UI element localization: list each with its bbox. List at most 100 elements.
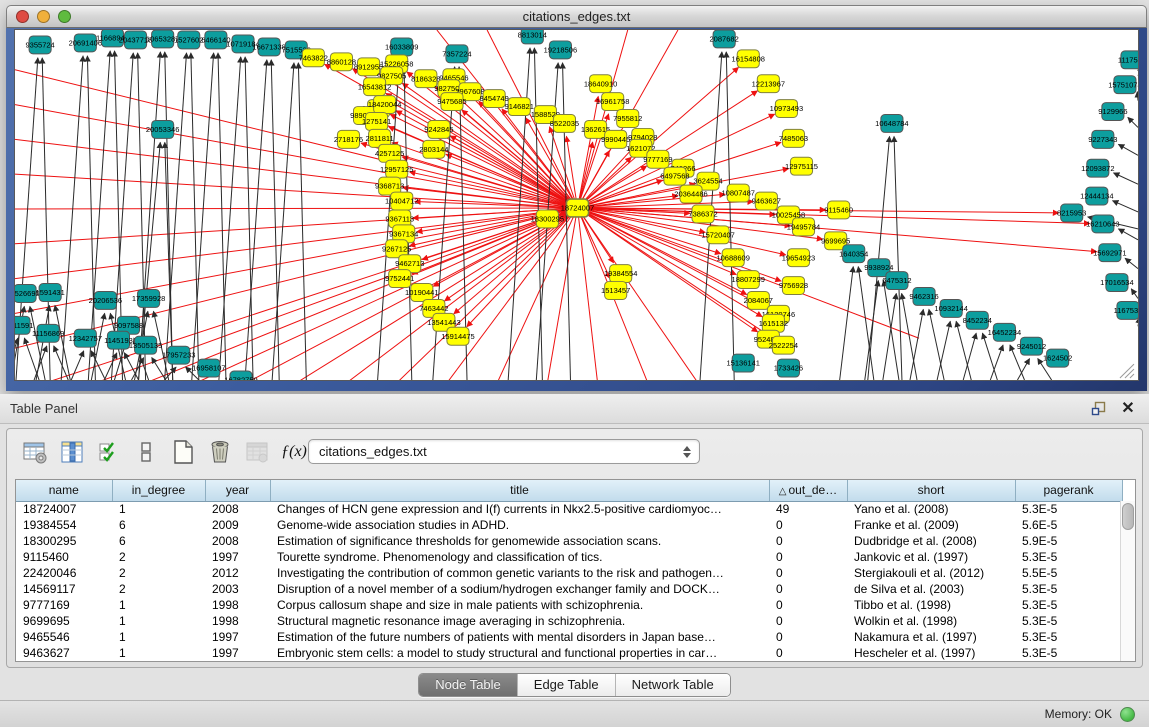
graph-node[interactable]: 16452234 bbox=[988, 323, 1021, 341]
table-cell[interactable]: 5.3E-5 bbox=[1015, 597, 1122, 613]
table-cell[interactable]: 5.5E-5 bbox=[1015, 565, 1122, 581]
graph-node[interactable]: 9752441 bbox=[385, 270, 414, 288]
graph-node[interactable]: 2718176 bbox=[334, 130, 363, 148]
table-cell[interactable]: Embryonic stem cells: a model to study s… bbox=[270, 645, 769, 661]
graph-node[interactable]: 9756928 bbox=[779, 277, 808, 295]
graph-node[interactable]: 9129966 bbox=[1098, 103, 1127, 121]
table-cell[interactable]: 2 bbox=[112, 549, 205, 565]
trash-icon[interactable] bbox=[206, 438, 234, 466]
graph-node[interactable]: 7357224 bbox=[442, 45, 471, 63]
table-cell[interactable]: Disruption of a novel member of a sodium… bbox=[270, 581, 769, 597]
graph-node[interactable]: 1624502 bbox=[1043, 349, 1072, 367]
graph-node[interactable]: 15751074 bbox=[1108, 76, 1138, 94]
close-panel-icon[interactable]: ✕ bbox=[1119, 401, 1137, 417]
graph-node[interactable]: 10807487 bbox=[721, 184, 754, 202]
table-cell[interactable]: 14569117 bbox=[16, 581, 112, 597]
table-row[interactable]: 1872400712008Changes of HCN gene express… bbox=[16, 501, 1122, 517]
table-cell[interactable]: 2009 bbox=[205, 517, 270, 533]
table-cell[interactable]: 5.9E-5 bbox=[1015, 533, 1122, 549]
column-header-name[interactable]: name bbox=[16, 480, 112, 501]
table-cell[interactable]: Nakamura et al. (1997) bbox=[847, 629, 1015, 645]
table-cell[interactable]: Estimation of significance thresholds fo… bbox=[270, 533, 769, 549]
table-cell[interactable]: 2012 bbox=[205, 565, 270, 581]
table-cell[interactable]: Hescheler et al. (1997) bbox=[847, 645, 1015, 661]
graph-node[interactable]: 1513457 bbox=[601, 282, 630, 300]
table-cell[interactable]: 1 bbox=[112, 613, 205, 629]
graph-node[interactable]: 2803144 bbox=[419, 140, 448, 158]
table-row[interactable]: 2242004622012Investigating the contribut… bbox=[16, 565, 1122, 581]
graph-node[interactable]: 1167534 bbox=[1114, 301, 1138, 319]
graph-node[interactable]: 9146821 bbox=[505, 98, 534, 116]
graph-node[interactable]: 12342757 bbox=[69, 329, 102, 347]
graph-node[interactable]: 12957125 bbox=[380, 160, 413, 178]
table-cell[interactable]: Tourette syndrome. Phenomenology and cla… bbox=[270, 549, 769, 565]
graph-node[interactable]: 9245012 bbox=[1017, 337, 1046, 355]
table-settings-icon[interactable] bbox=[21, 438, 49, 466]
graph-node[interactable]: 7955812 bbox=[613, 110, 642, 128]
table-cell[interactable]: 19384554 bbox=[16, 517, 112, 533]
table-row[interactable]: 977716911998Corpus callosum shape and si… bbox=[16, 597, 1122, 613]
column-header-out_de[interactable]: △out_de… bbox=[769, 480, 847, 501]
float-panel-icon[interactable] bbox=[1089, 401, 1107, 417]
graph-node[interactable]: 16033809 bbox=[385, 38, 418, 56]
graph-node[interactable]: 19654923 bbox=[782, 249, 815, 267]
table-cell[interactable]: 2 bbox=[112, 581, 205, 597]
network-canvas[interactable]: 9355724206914061166894020437718106532871… bbox=[14, 29, 1139, 381]
graph-node[interactable]: 8215953 bbox=[1057, 204, 1086, 222]
graph-node[interactable]: 7485063 bbox=[779, 129, 808, 147]
table-cell[interactable]: Wolkin et al. (1998) bbox=[847, 613, 1015, 629]
graph-node[interactable]: 20053346 bbox=[146, 120, 179, 138]
graph-node[interactable]: 16154808 bbox=[732, 50, 765, 68]
table-cell[interactable]: 1998 bbox=[205, 597, 270, 613]
table-cell[interactable]: Estimation of the future numbers of pati… bbox=[270, 629, 769, 645]
table-cell[interactable]: 1997 bbox=[205, 629, 270, 645]
graph-node[interactable]: 7386372 bbox=[688, 205, 717, 223]
column-header-pagerank[interactable]: pagerank bbox=[1015, 480, 1122, 501]
graph-node[interactable]: 10688609 bbox=[716, 249, 749, 267]
table-cell[interactable]: Yano et al. (2008) bbox=[847, 501, 1015, 517]
graph-node[interactable]: 2522254 bbox=[769, 336, 798, 354]
table-cell[interactable]: 5.6E-5 bbox=[1015, 517, 1122, 533]
table-cell[interactable]: 22420046 bbox=[16, 565, 112, 581]
graph-node[interactable]: 10973493 bbox=[770, 100, 803, 118]
table-cell[interactable]: 1 bbox=[112, 501, 205, 517]
graph-node[interactable]: 8860128 bbox=[327, 53, 356, 71]
graph-node[interactable]: 9115460 bbox=[824, 201, 853, 219]
column-header-in_degree[interactable]: in_degree bbox=[112, 480, 205, 501]
graph-node[interactable]: 9227343 bbox=[1088, 130, 1117, 148]
table-cell[interactable]: 1997 bbox=[205, 645, 270, 661]
table-row[interactable]: 911546021997Tourette syndrome. Phenomeno… bbox=[16, 549, 1122, 565]
table-cell[interactable]: Changes of HCN gene expression and I(f) … bbox=[270, 501, 769, 517]
column-header-short[interactable]: short bbox=[847, 480, 1015, 501]
graph-node[interactable]: 17016534 bbox=[1100, 274, 1133, 292]
table-cell[interactable]: 18300295 bbox=[16, 533, 112, 549]
table-cell[interactable]: 0 bbox=[769, 581, 847, 597]
graph-node[interactable]: 1733426 bbox=[774, 359, 803, 377]
table-cell[interactable]: Stergiakouli et al. (2012) bbox=[847, 565, 1015, 581]
column-header-year[interactable]: year bbox=[205, 480, 270, 501]
table-cell[interactable]: 0 bbox=[769, 517, 847, 533]
table-cell[interactable]: Genome-wide association studies in ADHD. bbox=[270, 517, 769, 533]
network-window-titlebar[interactable]: citations_edges.txt bbox=[6, 5, 1147, 28]
graph-node[interactable]: 12975115 bbox=[785, 157, 818, 175]
graph-node[interactable]: 17359928 bbox=[132, 290, 165, 308]
graph-node[interactable]: 10932144 bbox=[934, 299, 967, 317]
table-cell[interactable]: 49 bbox=[769, 501, 847, 517]
table-cell[interactable]: 2008 bbox=[205, 533, 270, 549]
new-document-icon[interactable] bbox=[169, 438, 197, 466]
graph-node[interactable]: 1591431 bbox=[36, 284, 65, 302]
table-cell[interactable]: 1 bbox=[112, 645, 205, 661]
table-cell[interactable]: 1 bbox=[112, 597, 205, 613]
graph-node[interactable]: 9777169 bbox=[643, 150, 672, 168]
graph-node[interactable]: 16961758 bbox=[596, 93, 629, 111]
graph-node[interactable]: 15136141 bbox=[727, 354, 760, 372]
graph-node[interactable]: 9462316 bbox=[909, 288, 938, 306]
table-cell[interactable]: 0 bbox=[769, 629, 847, 645]
table-cell[interactable]: 0 bbox=[769, 645, 847, 661]
graph-node[interactable]: 19218506 bbox=[544, 41, 577, 59]
graph-node[interactable]: 8452234 bbox=[963, 311, 992, 329]
graph-node[interactable]: 8522035 bbox=[550, 115, 579, 133]
table-cell[interactable]: 5.3E-5 bbox=[1015, 501, 1122, 517]
table-cell[interactable]: 0 bbox=[769, 613, 847, 629]
table-cell[interactable]: 1998 bbox=[205, 613, 270, 629]
